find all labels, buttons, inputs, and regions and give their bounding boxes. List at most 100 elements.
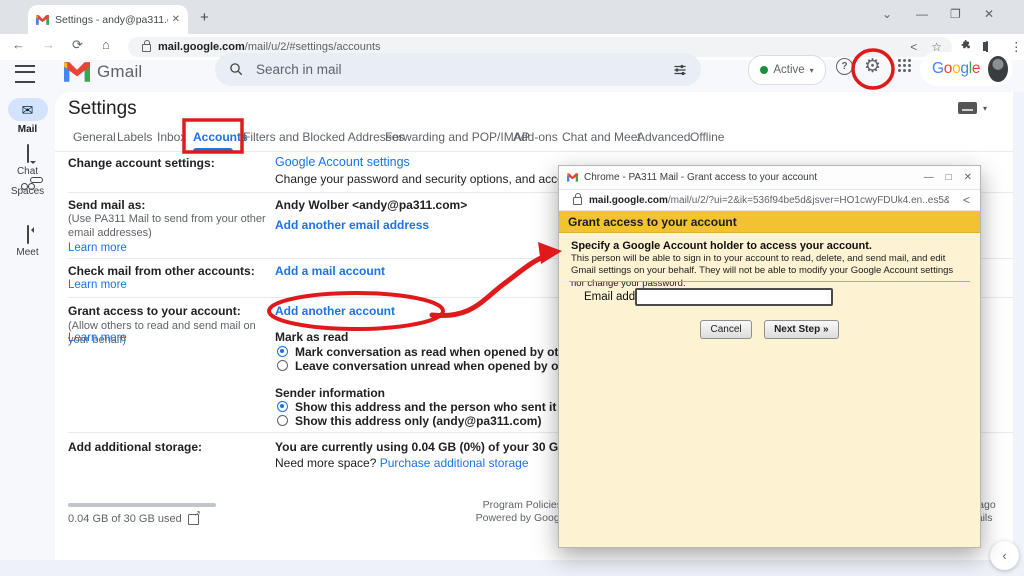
- sidebar-item-label: Meet: [0, 247, 55, 258]
- popup-divider: [569, 281, 970, 282]
- window-minimize-icon[interactable]: —: [916, 7, 928, 21]
- share-icon[interactable]: <: [910, 40, 917, 54]
- storage-progress-bar: [68, 503, 216, 507]
- sidebar-item-chat[interactable]: Chat: [0, 145, 55, 177]
- active-status-dot: [760, 66, 768, 74]
- radio-mark-read-label[interactable]: Mark conversation as read when opened by…: [295, 345, 584, 359]
- next-step-button[interactable]: Next Step »: [764, 320, 838, 339]
- meet-camera-icon: [27, 225, 29, 244]
- radio-show-address-only-label[interactable]: Show this address only (andy@pa311.com): [295, 414, 541, 428]
- external-link-icon[interactable]: [188, 514, 199, 525]
- sidebar-item-label: Chat: [0, 166, 55, 177]
- popup-minimize-icon[interactable]: —: [924, 172, 934, 183]
- popup-window-title: Chrome - PA311 Mail - Grant access to yo…: [584, 172, 912, 183]
- tab-general[interactable]: General: [73, 130, 116, 144]
- storage-used-label: 0.04 GB of 30 GB used: [68, 513, 182, 525]
- add-another-account-link[interactable]: Add another account: [275, 304, 395, 318]
- browser-tab[interactable]: Settings - andy@pa311.com - PA ✕: [28, 5, 188, 34]
- radio-show-address-only[interactable]: [277, 415, 288, 426]
- row-label-grant-access: Grant access to your account:: [68, 304, 278, 318]
- lock-icon: [142, 44, 151, 52]
- popup-description: This person will be able to sign in to y…: [571, 253, 969, 290]
- url-path: /mail/u/2/?ui=2&ik=536f94be5d&jsver=HO1c…: [668, 195, 949, 206]
- radio-mark-read[interactable]: [277, 346, 288, 357]
- tab-accounts[interactable]: Accounts: [193, 130, 248, 144]
- popup-heading: Specify a Google Account holder to acces…: [571, 240, 872, 252]
- url-host: mail.google.com: [158, 41, 245, 53]
- search-icon[interactable]: [229, 62, 244, 77]
- learn-more-link[interactable]: Learn more: [68, 279, 127, 291]
- user-avatar[interactable]: [988, 56, 1008, 82]
- input-tools-caret-icon[interactable]: ▾: [983, 104, 987, 113]
- need-more-space-text: Need more space?: [275, 456, 380, 470]
- search-input[interactable]: [254, 61, 673, 78]
- popup-url: mail.google.com/mail/u/2/?ui=2&ik=536f94…: [589, 195, 949, 206]
- bottom-background-strip: [0, 560, 1024, 576]
- window-restore-icon[interactable]: ❐: [950, 7, 961, 21]
- google-apps-grid-icon[interactable]: [898, 59, 912, 73]
- status-label: Active: [773, 64, 804, 76]
- help-icon[interactable]: ?: [836, 58, 853, 75]
- radio-leave-unread-label[interactable]: Leave conversation unread when opened by…: [295, 359, 588, 373]
- tab-advanced[interactable]: Advanced: [637, 130, 690, 144]
- learn-more-link[interactable]: Learn more: [68, 332, 127, 344]
- email-address-input[interactable]: [635, 288, 833, 306]
- sidebar-item-meet[interactable]: Meet: [0, 226, 55, 258]
- tab-close-icon[interactable]: ✕: [172, 14, 180, 25]
- share-icon[interactable]: <: [963, 193, 970, 207]
- window-chevron-icon[interactable]: ⌄: [882, 7, 892, 21]
- purchase-storage-link[interactable]: Purchase additional storage: [380, 456, 529, 470]
- add-mail-account-link[interactable]: Add a mail account: [275, 264, 385, 278]
- reload-icon[interactable]: ⟳: [72, 37, 83, 53]
- search-bar[interactable]: [215, 53, 701, 86]
- tab-labels[interactable]: Labels: [117, 130, 152, 144]
- tab-filters[interactable]: Filters and Blocked Addresses: [243, 130, 404, 144]
- sidebar-item-mail[interactable]: ✉ Mail: [0, 98, 55, 135]
- tab-inbox[interactable]: Inbox: [157, 130, 186, 144]
- popup-close-icon[interactable]: ✕: [964, 172, 972, 183]
- forward-icon[interactable]: →: [42, 37, 55, 52]
- tab-forwarding[interactable]: Forwarding and POP/IMAP: [385, 130, 530, 144]
- storage-used-text: 0.04 GB of 30 GB used: [68, 513, 199, 525]
- cancel-button[interactable]: Cancel: [700, 320, 751, 339]
- input-tools-keyboard-icon[interactable]: [958, 102, 977, 114]
- window-close-icon[interactable]: ✕: [984, 7, 994, 21]
- page-title: Settings: [68, 98, 137, 120]
- url-host: mail.google.com: [589, 195, 668, 206]
- tab-addons[interactable]: Add-ons: [513, 130, 558, 144]
- popup-buttons: Cancel Next Step »: [559, 319, 980, 339]
- status-active-dropdown[interactable]: Active ▾: [748, 55, 826, 85]
- learn-more-link[interactable]: Learn more: [68, 242, 127, 254]
- grant-access-popup-window: Chrome - PA311 Mail - Grant access to yo…: [558, 165, 981, 548]
- gmail-logo: Gmail: [64, 62, 142, 82]
- tab-chat-meet[interactable]: Chat and Meet: [562, 130, 641, 144]
- settings-gear-icon[interactable]: ⚙: [864, 55, 881, 78]
- main-menu-hamburger-icon[interactable]: [15, 65, 35, 83]
- active-tab-underline: [193, 148, 233, 151]
- popup-urlbar[interactable]: mail.google.com/mail/u/2/?ui=2&ik=536f94…: [559, 190, 980, 211]
- back-icon[interactable]: ←: [12, 37, 25, 52]
- radio-leave-unread[interactable]: [277, 360, 288, 371]
- tab-offline[interactable]: Offline: [690, 130, 724, 144]
- app-sidebar: ✉ Mail Chat Spaces Meet: [0, 94, 55, 576]
- browser-menu-kebab-icon[interactable]: ⋮: [1010, 39, 1023, 54]
- extensions-puzzle-icon[interactable]: [961, 39, 972, 53]
- side-panel-collapse-button[interactable]: ‹: [990, 541, 1019, 570]
- browser-tabstrip: Settings - andy@pa311.com - PA ✕ + ⌄ — ❐…: [0, 0, 1024, 34]
- radio-show-address-person[interactable]: [277, 401, 288, 412]
- popup-body: Specify a Google Account holder to acces…: [559, 232, 980, 547]
- mark-as-read-title: Mark as read: [275, 330, 348, 344]
- new-tab-button[interactable]: +: [200, 9, 209, 26]
- add-another-email-link[interactable]: Add another email address: [275, 218, 429, 232]
- google-account-settings-link[interactable]: Google Account settings: [275, 155, 410, 169]
- popup-titlebar[interactable]: Chrome - PA311 Mail - Grant access to yo…: [559, 166, 980, 190]
- chat-bubble-icon: [27, 144, 29, 163]
- sidebar-item-spaces[interactable]: Spaces: [0, 183, 55, 197]
- url-path: /mail/u/2/#settings/accounts: [245, 41, 381, 53]
- search-tune-icon[interactable]: [673, 63, 687, 77]
- home-icon[interactable]: ⌂: [102, 37, 110, 52]
- popup-header-title: Grant access to your account: [559, 211, 980, 232]
- popup-maximize-icon[interactable]: □: [946, 172, 952, 183]
- row-label-add-storage: Add additional storage:: [68, 440, 278, 454]
- program-policies-link[interactable]: Program Policies: [412, 499, 562, 511]
